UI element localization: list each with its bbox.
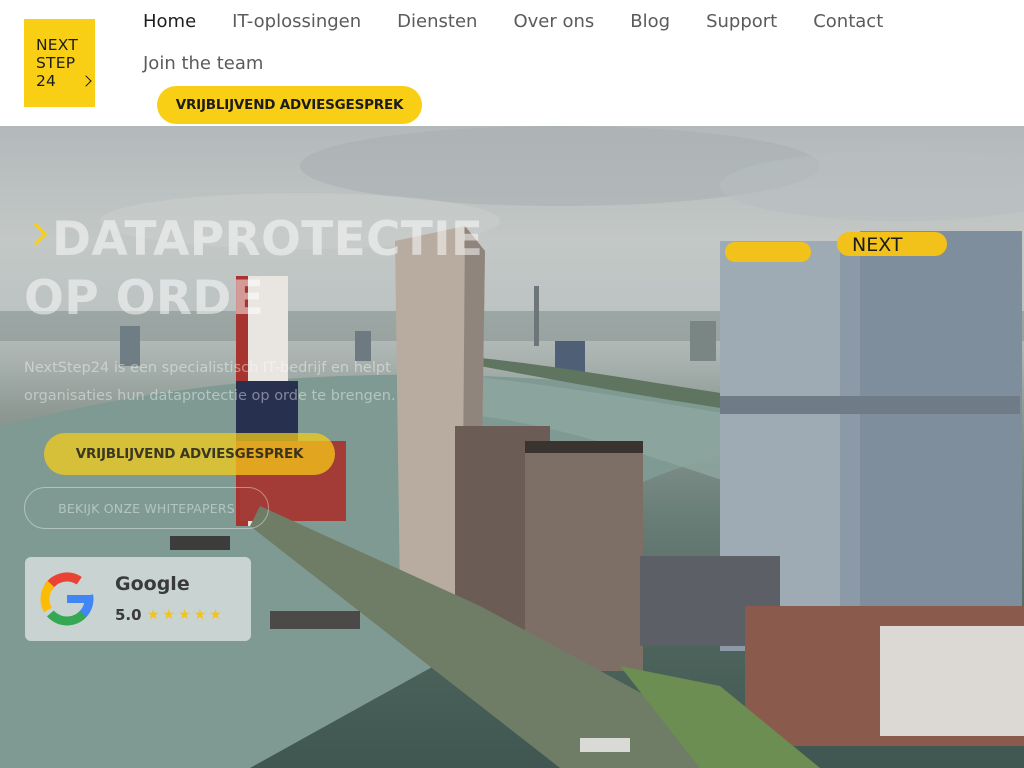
review-score: 5.0 (115, 606, 142, 624)
logo-text-line-3: 24 (36, 72, 57, 90)
nav-item-home[interactable]: Home (143, 11, 196, 32)
google-g-icon (40, 572, 94, 626)
nav-item-over-ons[interactable]: Over ons (513, 11, 594, 32)
logo-text-line-2: STEP (36, 54, 76, 72)
google-review-badge[interactable]: Google 5.0 ★★★★★ (25, 557, 251, 641)
whitepapers-button[interactable]: BEKIJK ONZE WHITEPAPERS (24, 487, 269, 529)
hero-content: DATAPROTECTIE OP ORDE NextStep24 is een … (0, 126, 1024, 768)
site-header: NEXT STEP 24 Home IT-oplossingen Dienste… (0, 0, 1024, 126)
hero-title-line-2: OP ORDE (24, 271, 265, 326)
logo-text-line-1: NEXT (36, 36, 79, 54)
nav-item-blog[interactable]: Blog (630, 11, 670, 32)
review-brand: Google (115, 573, 190, 595)
hero-title-line-1: DATAPROTECTIE (52, 212, 484, 267)
nav-item-support[interactable]: Support (706, 11, 777, 32)
hero-title: DATAPROTECTIE OP ORDE (24, 210, 483, 328)
nav-item-diensten[interactable]: Diensten (397, 11, 477, 32)
main-navigation: Home IT-oplossingen Diensten Over ons Bl… (143, 8, 1003, 76)
star-rating-icon: ★★★★★ (147, 606, 225, 622)
nav-item-it-oplossingen[interactable]: IT-oplossingen (232, 11, 361, 32)
hero-description: NextStep24 is een specialistisch IT-bedr… (24, 360, 396, 404)
hero-advice-button[interactable]: VRIJBLIJVEND ADVIESGESPREK (44, 433, 335, 475)
nextstep24-logo[interactable]: NEXT STEP 24 (24, 19, 95, 107)
header-advice-button[interactable]: VRIJBLIJVEND ADVIESGESPREK (157, 86, 422, 124)
hero-section: NEXT DATAPROTECTIE OP ORDE NextStep24 is… (0, 126, 1024, 768)
nav-item-join-the-team[interactable]: Join the team (143, 53, 263, 74)
nav-item-contact[interactable]: Contact (813, 11, 883, 32)
chevron-right-icon (80, 75, 92, 87)
